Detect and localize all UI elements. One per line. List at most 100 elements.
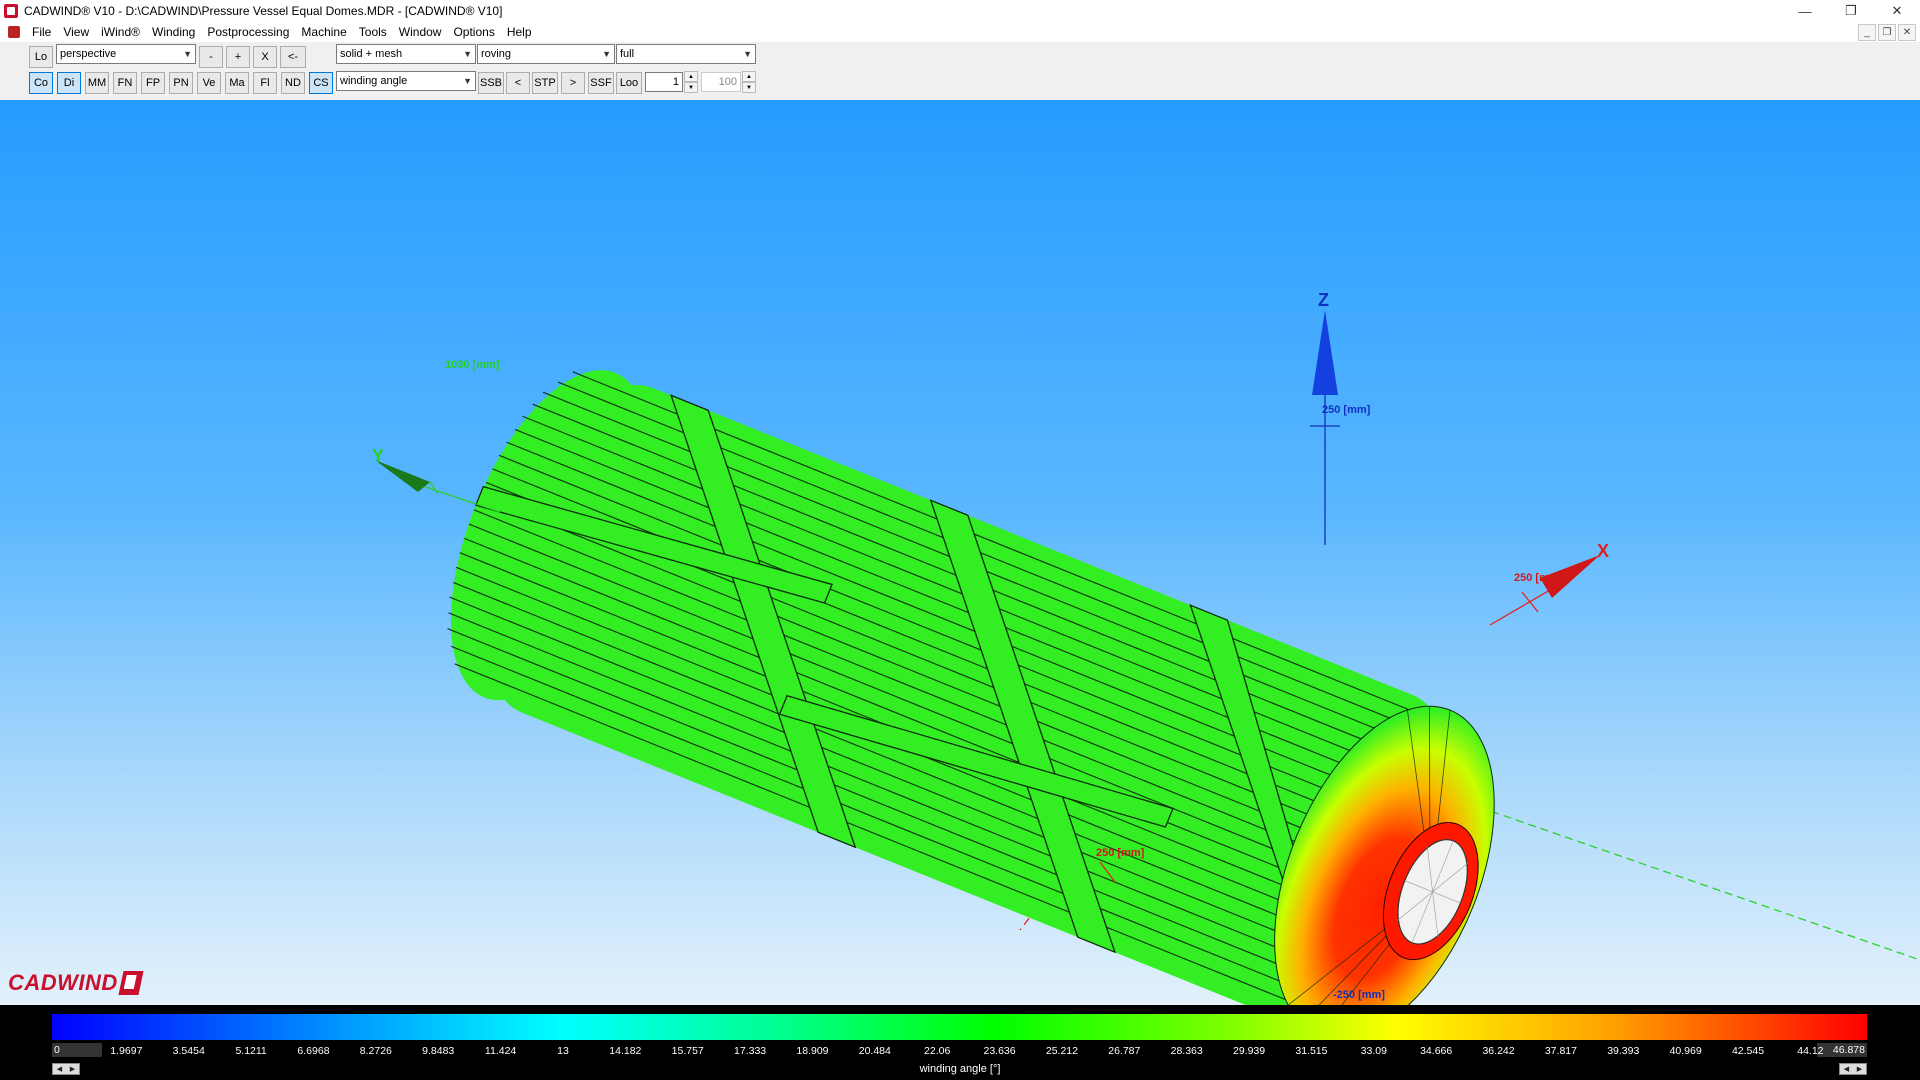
- menu-window[interactable]: Window: [393, 22, 448, 42]
- spin-up-icon[interactable]: ▲: [684, 71, 698, 82]
- ma-button[interactable]: Ma: [225, 72, 249, 94]
- material-value: roving: [481, 48, 511, 60]
- fl-button[interactable]: Fl: [253, 72, 277, 94]
- pn-button[interactable]: PN: [169, 72, 193, 94]
- render-mode-select[interactable]: solid + mesh ▼: [336, 44, 476, 64]
- document-icon[interactable]: [8, 26, 20, 38]
- legend-tick-label: 17.333: [734, 1045, 767, 1057]
- menu-file[interactable]: File: [26, 22, 57, 42]
- spin-up-icon[interactable]: ▲: [742, 71, 756, 82]
- logo-mark-icon: [118, 971, 144, 995]
- spin-down-icon[interactable]: ▼: [742, 82, 756, 93]
- step-back-button[interactable]: <: [506, 72, 530, 94]
- 3d-viewport[interactable]: Y 1030 [mm] Z 250 [mm] X 250 [mm] 250 [m…: [0, 100, 1920, 1005]
- z-axis-arrow-icon: [1312, 310, 1338, 395]
- step-input[interactable]: 1: [645, 72, 683, 92]
- range-select[interactable]: full ▼: [616, 44, 756, 64]
- max-spinner[interactable]: ▲ ▼: [742, 71, 756, 93]
- legend-tick-label: 1.9697: [110, 1045, 143, 1057]
- step-forward-button[interactable]: >: [561, 72, 585, 94]
- legend-tick-label: 8.2726: [359, 1045, 392, 1057]
- max-input[interactable]: 100: [701, 72, 741, 92]
- menu-view[interactable]: View: [57, 22, 95, 42]
- menu-winding[interactable]: Winding: [146, 22, 201, 42]
- restore-button[interactable]: ❐: [1828, 0, 1874, 22]
- legend-tick-label: 44.12: [1797, 1045, 1824, 1057]
- view-mode-select[interactable]: perspective ▼: [56, 44, 196, 64]
- legend-tick-label: 15.757: [671, 1045, 704, 1057]
- menu-tools[interactable]: Tools: [353, 22, 393, 42]
- menu-options[interactable]: Options: [447, 22, 500, 42]
- legend-tick-label: 39.393: [1607, 1045, 1640, 1057]
- legend-tick-label: 28.363: [1170, 1045, 1203, 1057]
- logo-text: CADWIND: [8, 970, 118, 995]
- x-button[interactable]: X: [253, 46, 277, 68]
- x-axis-label: X: [1597, 541, 1609, 561]
- ssb-button[interactable]: SSB: [478, 72, 504, 94]
- legend-tick-label: 34.666: [1420, 1045, 1453, 1057]
- spin-down-icon[interactable]: ▼: [684, 82, 698, 93]
- z-dimension-label: 250 [mm]: [1322, 404, 1371, 416]
- y-dimension-label: 1030 [mm]: [445, 359, 500, 371]
- y-tick-mark: [429, 481, 439, 495]
- legend-tick-label: 26.787: [1108, 1045, 1141, 1057]
- cs-button[interactable]: CS: [309, 72, 333, 94]
- close-button[interactable]: ✕: [1874, 0, 1920, 22]
- menu-machine[interactable]: Machine: [295, 22, 352, 42]
- fn-button[interactable]: FN: [113, 72, 137, 94]
- title-bar: CADWIND® V10 - D:\CADWIND\Pressure Vesse…: [0, 0, 1920, 22]
- lo-button[interactable]: Lo: [29, 46, 53, 68]
- material-select[interactable]: roving ▼: [477, 44, 615, 64]
- fp-button[interactable]: FP: [141, 72, 165, 94]
- loo-button[interactable]: Loo: [616, 72, 642, 94]
- legend-ticks: 1.9697 3.5454 5.1211 6.6968 8.2726 9.8483 11.4…: [52, 1045, 1867, 1059]
- zoom-out-button[interactable]: -: [199, 46, 223, 68]
- ssf-button[interactable]: SSF: [588, 72, 614, 94]
- view-mode-value: perspective: [60, 48, 117, 60]
- x-tick-mark: [1521, 591, 1539, 613]
- legend-tick-label: 14.182: [609, 1045, 642, 1057]
- legend-caption: winding angle [°]: [919, 1063, 1001, 1075]
- legend-tick-label: 23.636: [983, 1045, 1016, 1057]
- menu-help[interactable]: Help: [501, 22, 538, 42]
- legend-tick-label: 18.909: [796, 1045, 829, 1057]
- step-spinner[interactable]: ▲ ▼: [684, 71, 698, 93]
- legend-tick-label: 37.817: [1544, 1045, 1577, 1057]
- render-mode-value: solid + mesh: [340, 48, 403, 60]
- chevron-down-icon: ▼: [183, 49, 192, 59]
- legend-tick-label: 13: [557, 1045, 569, 1057]
- chevron-down-icon: ▼: [463, 76, 472, 86]
- nd-button[interactable]: ND: [281, 72, 305, 94]
- legend-gradient: [52, 1014, 1867, 1040]
- minimize-button[interactable]: —: [1782, 0, 1828, 22]
- app-icon: [4, 4, 18, 18]
- zoom-in-button[interactable]: +: [226, 46, 250, 68]
- result-type-select[interactable]: winding angle ▼: [336, 71, 476, 91]
- legend-tick-label: 5.1211: [235, 1045, 267, 1057]
- y-axis-dashed-line: [1429, 789, 1920, 961]
- x-axis-line: [1489, 589, 1551, 626]
- back-button[interactable]: <-: [280, 46, 306, 68]
- legend-tick-label: 29.939: [1232, 1045, 1266, 1057]
- neg-x-dimension-label: 250 [mm]: [1096, 847, 1145, 859]
- mdi-restore-button[interactable]: ❐: [1878, 24, 1896, 41]
- di-button[interactable]: Di: [57, 72, 81, 94]
- color-legend: 0 46.878 1.9697 3.5454 5.1211 6.6968 8.2726 9…: [0, 1005, 1920, 1080]
- legend-tick-label: 3.5454: [172, 1045, 205, 1057]
- legend-tick-label: 36.242: [1482, 1045, 1515, 1057]
- menu-iwind[interactable]: iWind®: [95, 22, 146, 42]
- legend-tick-label: 9.8483: [422, 1045, 455, 1057]
- mdi-close-button[interactable]: ✕: [1898, 24, 1916, 41]
- mm-button[interactable]: MM: [85, 72, 109, 94]
- ve-button[interactable]: Ve: [197, 72, 221, 94]
- co-button[interactable]: Co: [29, 72, 53, 94]
- legend-tick-label: 11.424: [484, 1045, 517, 1057]
- legend-tick-label: 40.969: [1669, 1045, 1702, 1057]
- mdi-minimize-button[interactable]: _: [1858, 24, 1876, 41]
- menu-postprocessing[interactable]: Postprocessing: [201, 22, 295, 42]
- stp-button[interactable]: STP: [532, 72, 558, 94]
- menu-bar: File View iWind® Winding Postprocessing …: [0, 22, 1920, 42]
- cadwind-logo: CADWIND: [8, 970, 144, 996]
- chevron-down-icon: ▼: [463, 49, 472, 59]
- scene-canvas: Y 1030 [mm] Z 250 [mm] X 250 [mm] 250 [m…: [372, 290, 1920, 1005]
